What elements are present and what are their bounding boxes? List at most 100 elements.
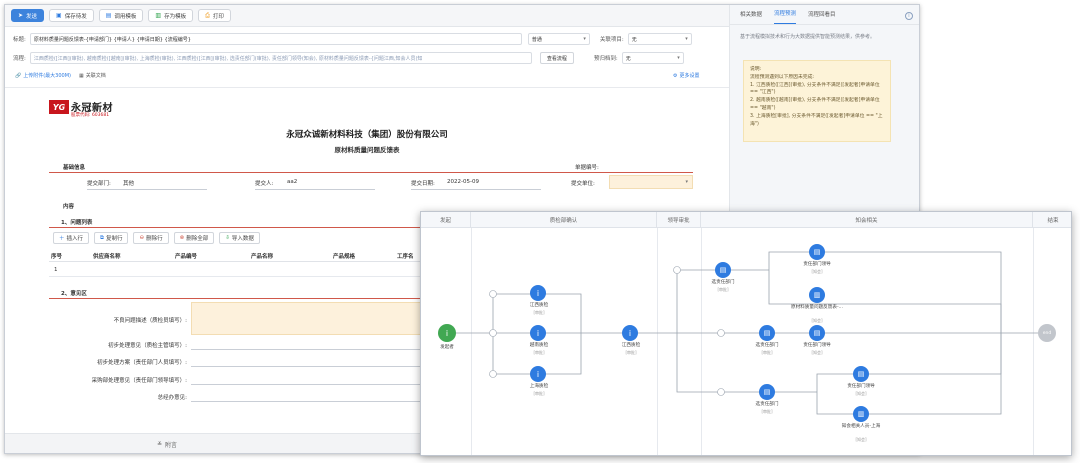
copy-icon: ⧉ bbox=[100, 234, 104, 241]
info-icon[interactable]: i bbox=[905, 12, 913, 20]
delete-all-icon: ⊗ bbox=[179, 235, 185, 241]
jx-qc2-node-icon[interactable]: i bbox=[622, 325, 638, 341]
opinion-label-3: 初步处理方案（责任部门人员填写）: bbox=[97, 360, 187, 366]
chevron-down-icon: ▾ bbox=[685, 36, 688, 42]
related-doc-link[interactable]: ▦ 关联文档 bbox=[79, 72, 106, 80]
raw-material-node-icon[interactable]: ▥ bbox=[809, 287, 825, 303]
send-button[interactable]: ➤ 发送 bbox=[11, 9, 45, 22]
chevron-down-icon: ≚ bbox=[157, 441, 163, 448]
content-heading: 内容 bbox=[63, 204, 75, 210]
unit-label: 提交单位: bbox=[571, 181, 595, 187]
print-button[interactable]: ⎙ 打印 bbox=[198, 9, 231, 22]
raw-material-label: 原材料质量问题反馈表-... bbox=[791, 305, 843, 310]
select-dept-node-icon[interactable]: ▤ bbox=[715, 262, 731, 278]
dept-leader-tag: [知会] bbox=[855, 391, 867, 396]
priority-select[interactable]: 普通 ▾ bbox=[527, 33, 590, 45]
save-draft-button[interactable]: ▣ 保存待发 bbox=[49, 9, 94, 22]
end-node-icon[interactable]: end bbox=[1038, 324, 1056, 342]
chevron-down-icon: ▾ bbox=[583, 36, 586, 42]
tab-flow-prediction[interactable]: 流程预测 bbox=[774, 9, 797, 24]
jx-qc-label: 江西质检 bbox=[529, 303, 549, 308]
predict-label: 预归档到: bbox=[593, 56, 618, 62]
tab-flow-review[interactable]: 流程回看目 bbox=[808, 10, 836, 24]
select-dept-label: 选责任部门 bbox=[755, 402, 779, 407]
copy-row-button[interactable]: ⧉ 复制行 bbox=[94, 232, 129, 244]
raw-material-tag: [知会] bbox=[811, 318, 823, 323]
problem-desc-field[interactable] bbox=[191, 302, 431, 335]
notify-people-tag: [知会] bbox=[855, 437, 867, 442]
delete-all-button[interactable]: ⊗ 删除全部 bbox=[173, 232, 215, 244]
chevron-down-icon: ▾ bbox=[677, 55, 680, 61]
use-template-button[interactable]: ▤ 调用模板 bbox=[98, 9, 144, 22]
dept-leader-node-icon[interactable]: ▤ bbox=[809, 325, 825, 341]
date-label: 提交日期: bbox=[411, 181, 435, 187]
dept-label: 提交部门: bbox=[87, 181, 111, 187]
prediction-note: 说明: 流程预测遇到以下原因未完成: 1. 江西质检([江西](审批), 分支条… bbox=[743, 60, 891, 142]
view-flow-button[interactable]: 查看流程 bbox=[539, 52, 574, 64]
title-label: 标题: bbox=[13, 37, 26, 43]
notify-people-node-icon[interactable]: ▥ bbox=[853, 406, 869, 422]
send-icon: ➤ bbox=[18, 12, 24, 19]
note-line: 1. 江西质检([江西](审批), 分支条件不满足([发起者]申请单位 == "… bbox=[750, 82, 880, 96]
submitter-value[interactable]: aa2 bbox=[287, 179, 297, 185]
tab-related-data[interactable]: 相关数据 bbox=[740, 10, 762, 24]
upload-attachment-link[interactable]: 🔗 上传附件(最大300M) bbox=[15, 72, 71, 80]
insert-row-button[interactable]: ＋插入行 bbox=[53, 232, 90, 244]
flow-input[interactable]: 江西质检([江西](审批), 越南质检([越南](审批), 上海质检(审批), … bbox=[29, 52, 532, 64]
notify-people-label: 知会相关人员-上海 bbox=[841, 424, 881, 429]
select-dept-tag: [审批] bbox=[717, 287, 729, 292]
start-node-icon[interactable]: i bbox=[438, 324, 456, 342]
save-icon: ▣ bbox=[56, 12, 62, 19]
form-header: 标题: 原材料质量问题反馈表-{申请部门} {申请人} {申请日期} {流程编号… bbox=[5, 28, 729, 86]
serial-label: 单据编号: bbox=[575, 165, 599, 171]
branch-marker bbox=[489, 329, 497, 337]
branch-marker bbox=[489, 290, 497, 298]
attachment-toggle[interactable]: ≚ 附言 bbox=[157, 440, 177, 449]
select-dept-node-icon[interactable]: ▤ bbox=[759, 384, 775, 400]
jx-qc2-tag: [审批] bbox=[625, 350, 637, 355]
print-icon: ⎙ bbox=[205, 11, 210, 19]
jx-qc-node-icon[interactable]: i bbox=[530, 285, 546, 301]
table-row-index: 1 bbox=[54, 267, 58, 273]
date-value[interactable]: 2022-05-09 bbox=[447, 179, 479, 185]
dept-leader-node-icon[interactable]: ▤ bbox=[809, 244, 825, 260]
flow-diagram-window: 发起 质检部确认 领导审批 知会相关 结束 i 发起者 i 江西质检 [审批] … bbox=[420, 211, 1072, 456]
unit-select[interactable]: ▾ bbox=[609, 175, 693, 189]
paperclip-icon: 🔗 bbox=[15, 72, 22, 79]
toolbar: ➤ 发送 ▣ 保存待发 ▤ 调用模板 ▥ 存为模板 ⎙ 打印 bbox=[5, 5, 729, 27]
opinion-label-1: 不良问题描述（质检员填写）: bbox=[113, 318, 187, 324]
select-dept-tag: [审批] bbox=[761, 409, 773, 414]
note-line: 3. 上海质检[审批], 分支条件不满足([发起者]申请单位 == "上海") bbox=[750, 113, 883, 127]
related-project-select[interactable]: 无 ▾ bbox=[627, 33, 692, 45]
jx-qc-tag: [审批] bbox=[533, 310, 545, 315]
opinion-heading: 2、意见区 bbox=[61, 291, 87, 297]
dept-leader-label: 责任部门领导 bbox=[803, 343, 831, 348]
title-input[interactable]: 原材料质量问题反馈表-{申请部门} {申请人} {申请日期} {流程编号} bbox=[29, 33, 522, 45]
grid-toolbar: ＋插入行 ⧉ 复制行 ⊖ 删除行 ⊗ 删除全部 ⇩ 导入数据 bbox=[53, 232, 260, 244]
select-dept-label: 选责任部门 bbox=[711, 280, 735, 285]
delete-row-button[interactable]: ⊖ 删除行 bbox=[133, 232, 169, 244]
chevron-down-icon: ▾ bbox=[685, 179, 688, 185]
document-icon: ▦ bbox=[79, 72, 84, 79]
col-process: 工序名 bbox=[397, 253, 414, 260]
dept-leader-label: 责任部门领导 bbox=[847, 384, 875, 389]
sh-qc-node-icon[interactable]: i bbox=[530, 366, 546, 382]
prediction-description: 基于流程模拟技术和行为大数据提供智能预测结果，供参考。 bbox=[740, 34, 876, 40]
note-line: 流程预测遇到以下原因未完成: bbox=[750, 74, 814, 80]
dept-value[interactable]: 其他 bbox=[123, 179, 134, 187]
save-template-button[interactable]: ▥ 存为模板 bbox=[148, 9, 194, 22]
select-dept-label: 选责任部门 bbox=[755, 343, 779, 348]
predict-select[interactable]: 无 ▾ bbox=[621, 52, 684, 64]
yn-qc-tag: [审批] bbox=[533, 350, 545, 355]
table-header: 序号 供应商名称 产品编号 产品名称 产品规格 工序名 bbox=[49, 250, 439, 262]
import-icon: ⇩ bbox=[225, 235, 230, 241]
opinion-label-5: 总经办意见: bbox=[157, 395, 187, 401]
select-dept-node-icon[interactable]: ▤ bbox=[759, 325, 775, 341]
yn-qc-node-icon[interactable]: i bbox=[530, 325, 546, 341]
company-logo: YG bbox=[49, 100, 69, 114]
jx-qc2-label: 江西质检 bbox=[621, 343, 641, 348]
more-settings-link[interactable]: ⚙ 更多设置 bbox=[673, 72, 700, 80]
dept-leader-node-icon[interactable]: ▤ bbox=[853, 366, 869, 382]
right-panel-tabs: 相关数据 流程预测 流程回看目 bbox=[730, 5, 919, 25]
import-data-button[interactable]: ⇩ 导入数据 bbox=[219, 232, 260, 244]
